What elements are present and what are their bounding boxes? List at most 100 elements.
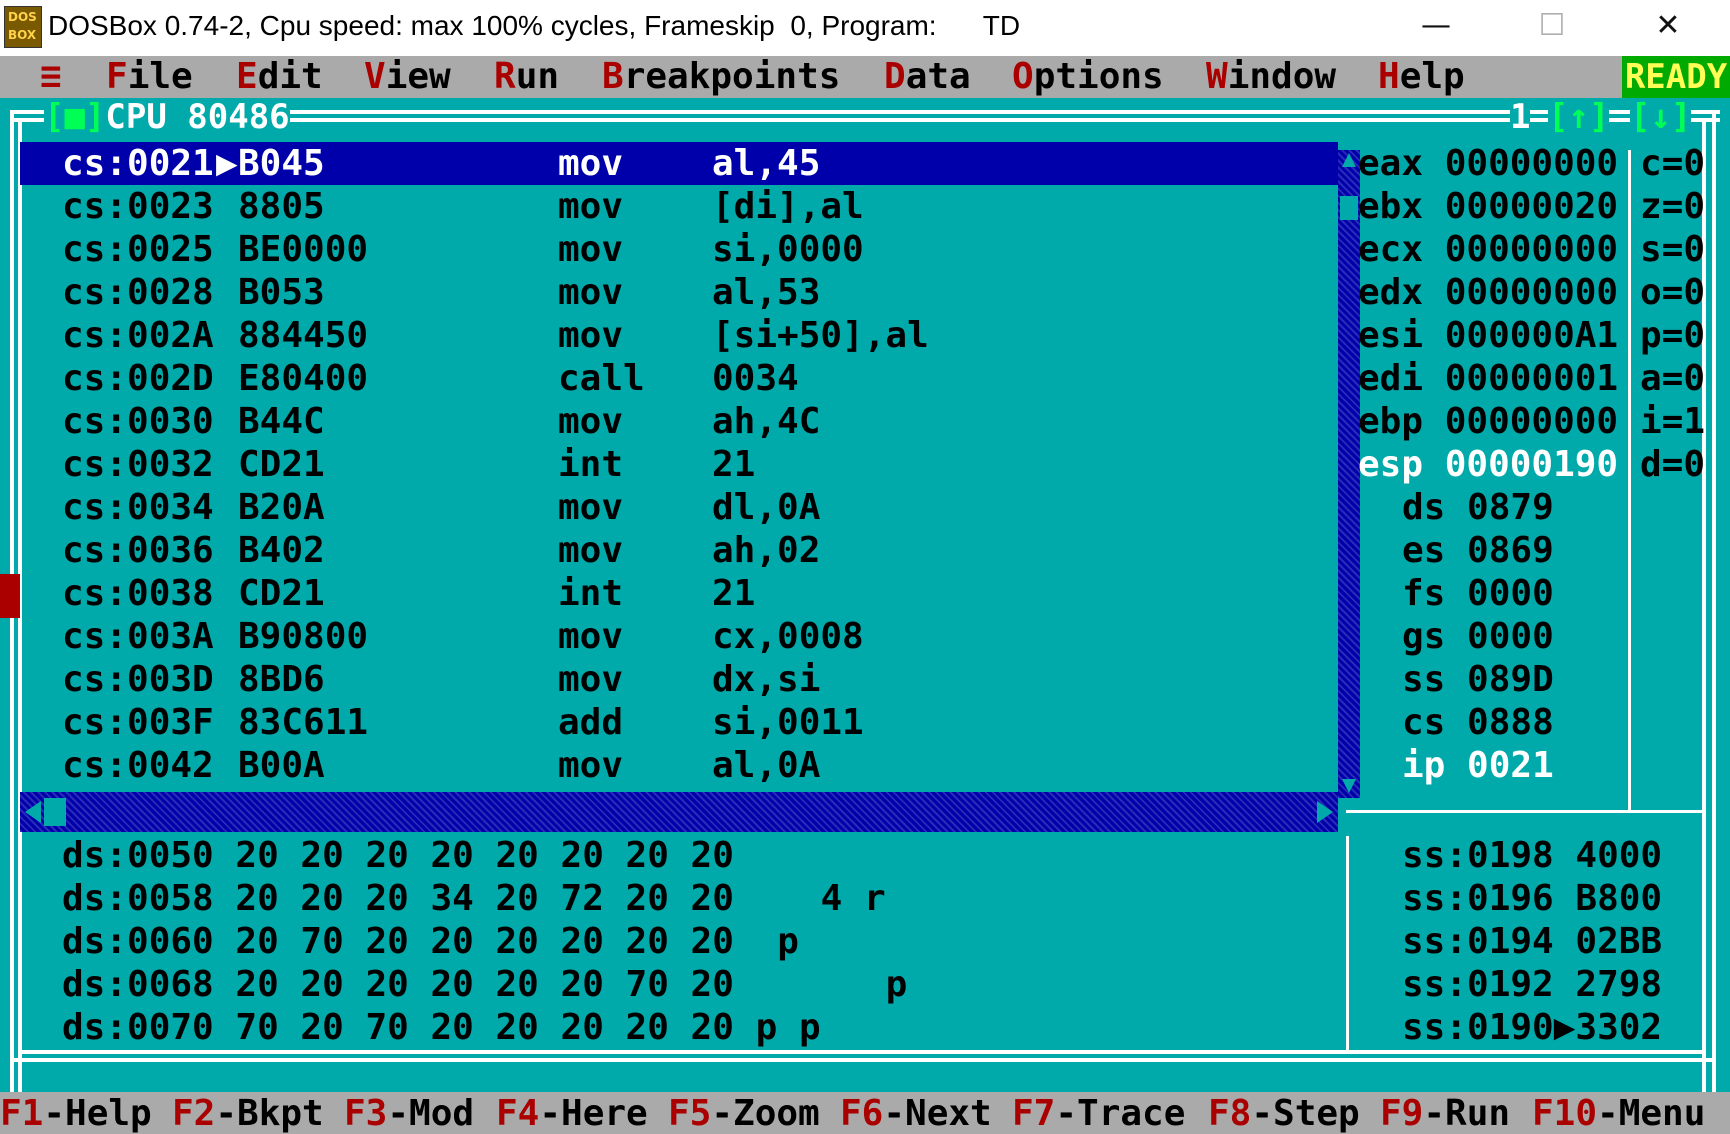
fkey-zoom[interactable]: F5-Zoom — [668, 1092, 820, 1134]
scroll-right-arrow-icon[interactable] — [1316, 800, 1334, 824]
code-line[interactable]: cs:002D E80400 call 0034 — [20, 357, 1338, 400]
window-number: 1 — [1510, 97, 1531, 137]
register-ebp[interactable]: ebp 00000000 — [1358, 400, 1618, 443]
segment-ss[interactable]: ss 089D — [1402, 658, 1554, 701]
dump-bytes: 20 70 20 20 20 20 20 20 — [235, 921, 734, 962]
maximize-button[interactable]: ☐ — [1512, 0, 1592, 56]
code-line[interactable]: cs:0032 CD21 int 21 — [20, 443, 1338, 486]
menu-data[interactable]: Data — [884, 56, 971, 98]
window-close-box[interactable]: [■] — [44, 97, 105, 137]
fkey-label: -Next — [883, 1093, 992, 1134]
code-line[interactable]: cs:003A B90800 mov cx,0008 — [20, 615, 1338, 658]
fkey-trace[interactable]: F7-Trace — [1012, 1092, 1185, 1134]
menu-help[interactable]: Help — [1378, 56, 1465, 98]
scroll-thumb[interactable] — [1340, 196, 1358, 220]
code-vertical-scrollbar[interactable] — [1338, 150, 1360, 798]
minimize-button[interactable]: — — [1396, 0, 1476, 56]
register-value: 00000000 — [1444, 143, 1619, 184]
register-esp[interactable]: esp 00000190 — [1358, 443, 1618, 486]
register-edi[interactable]: edi 00000001 — [1358, 357, 1618, 400]
code-line[interactable]: cs:0023 8805 mov [di],al — [20, 185, 1338, 228]
stack-row-current[interactable]: ss:0190▶3302 — [1402, 1006, 1662, 1049]
system-menu[interactable]: ≡ — [40, 56, 62, 98]
code-line[interactable]: cs:003D 8BD6 mov dx,si — [20, 658, 1338, 701]
close-button[interactable]: ✕ — [1628, 0, 1708, 56]
menu-options[interactable]: Options — [1012, 56, 1164, 98]
menu-edit[interactable]: Edit — [236, 56, 323, 98]
register-eax[interactable]: eax 00000000 — [1358, 142, 1618, 185]
segment-es[interactable]: es 0869 — [1402, 529, 1554, 572]
code-line-current[interactable]: cs:0021 ▶ B045 mov al,45 — [20, 142, 1338, 185]
register-ip[interactable]: ip 0021 — [1402, 744, 1554, 787]
code-line[interactable]: cs:0028 B053 mov al,53 — [20, 271, 1338, 314]
fkey-bkpt[interactable]: F2-Bkpt — [172, 1092, 324, 1134]
segment-name: ds — [1402, 487, 1446, 528]
stack-row[interactable]: ss:0192 2798 — [1402, 963, 1662, 1006]
fkey-mod[interactable]: F3-Mod — [344, 1092, 474, 1134]
segment-gs[interactable]: gs 0000 — [1402, 615, 1554, 658]
stack-address: ss:0198 — [1402, 835, 1554, 876]
stack-row[interactable]: ss:0196 B800 — [1402, 877, 1662, 920]
dump-row[interactable]: ds:0070 70 20 70 20 20 20 20 20 p p — [62, 1006, 929, 1049]
dump-row[interactable]: ds:0050 20 20 20 20 20 20 20 20 — [62, 834, 756, 877]
flag-overflow[interactable]: o=0 — [1640, 271, 1705, 314]
segment-fs[interactable]: fs 0000 — [1402, 572, 1554, 615]
fkey-menu[interactable]: F10-Menu — [1532, 1092, 1705, 1134]
code-horizontal-scrollbar[interactable] — [20, 792, 1338, 832]
hscroll-thumb[interactable] — [44, 798, 66, 826]
scroll-down-arrow-icon[interactable] — [1341, 778, 1357, 794]
dump-row[interactable]: ds:0058 20 20 20 34 20 72 20 20 4 r — [62, 877, 929, 920]
flag-parity[interactable]: p=0 — [1640, 314, 1705, 357]
fkey-help[interactable]: F1-Help — [0, 1092, 152, 1134]
scroll-left-arrow-icon[interactable] — [24, 800, 42, 824]
register-edx[interactable]: edx 00000000 — [1358, 271, 1618, 314]
code-line[interactable]: cs:003F 83C611 add si,0011 — [20, 701, 1338, 744]
code-line[interactable]: cs:0042 B00A mov al,0A — [20, 744, 1338, 787]
code-line[interactable]: cs:0038 CD21 int 21 — [20, 572, 1338, 615]
dump-address: ds:0060 — [62, 921, 214, 962]
fkey-label: -Trace — [1055, 1093, 1186, 1134]
flag-aux[interactable]: a=0 — [1640, 357, 1705, 400]
frame-bottom-outer — [10, 1058, 1716, 1062]
dump-row[interactable]: ds:0068 20 20 20 20 20 20 70 20 p — [62, 963, 929, 1006]
fkey-label: -Step — [1251, 1093, 1360, 1134]
flag-direction[interactable]: d=0 — [1640, 443, 1705, 486]
menu-run[interactable]: Run — [494, 56, 559, 98]
dosbox-icon[interactable]: DOS BOX — [4, 6, 42, 48]
menu-breakpoints[interactable]: Breakpoints — [602, 56, 840, 98]
scroll-up-arrow-icon[interactable] — [1341, 152, 1357, 168]
dos-screen[interactable]: ≡ File Edit View Run Breakpoints Data Op… — [0, 56, 1730, 1134]
segment-cs[interactable]: cs 0888 — [1402, 701, 1554, 744]
dump-row[interactable]: ds:0060 20 70 20 20 20 20 20 20 p — [62, 920, 929, 963]
fkey-step[interactable]: F8-Step — [1208, 1092, 1360, 1134]
fkey-label: -Mod — [387, 1093, 475, 1134]
zoom-up-icon[interactable]: [↑] — [1548, 100, 1610, 134]
segment-value: 0021 — [1467, 745, 1554, 786]
code-line[interactable]: cs:0030 B44C mov ah,4C — [20, 400, 1338, 443]
register-ecx[interactable]: ecx 00000000 — [1358, 228, 1618, 271]
menu-file[interactable]: File — [106, 56, 193, 98]
fkey-here[interactable]: F4-Here — [496, 1092, 648, 1134]
segment-name: es — [1402, 530, 1446, 571]
window-titlebar[interactable]: DOS BOX DOSBox 0.74-2, Cpu speed: max 10… — [0, 0, 1730, 56]
register-ebx[interactable]: ebx 00000020 — [1358, 185, 1618, 228]
flag-zero[interactable]: z=0 — [1640, 185, 1705, 228]
flag-interrupt[interactable]: i=1 — [1640, 400, 1705, 443]
stack-row[interactable]: ss:0198 4000 — [1402, 834, 1662, 877]
code-mnemonic: mov — [558, 272, 624, 313]
code-line[interactable]: cs:0036 B402 mov ah,02 — [20, 529, 1338, 572]
stack-row[interactable]: ss:0194 02BB — [1402, 920, 1662, 963]
menu-view[interactable]: View — [364, 56, 451, 98]
code-line[interactable]: cs:002A 884450 mov [si+50],al — [20, 314, 1338, 357]
code-bytes: B045 — [238, 143, 325, 184]
fkey-next[interactable]: F6-Next — [840, 1092, 992, 1134]
segment-ds[interactable]: ds 0879 — [1402, 486, 1554, 529]
menu-window[interactable]: Window — [1206, 56, 1336, 98]
flag-sign[interactable]: s=0 — [1640, 228, 1705, 271]
code-line[interactable]: cs:0025 BE0000 mov si,0000 — [20, 228, 1338, 271]
register-esi[interactable]: esi 000000A1 — [1358, 314, 1618, 357]
zoom-down-icon[interactable]: [↓] — [1630, 100, 1692, 134]
code-line[interactable]: cs:0034 B20A mov dl,0A — [20, 486, 1338, 529]
fkey-run[interactable]: F9-Run — [1380, 1092, 1510, 1134]
flag-carry[interactable]: c=0 — [1640, 142, 1705, 185]
